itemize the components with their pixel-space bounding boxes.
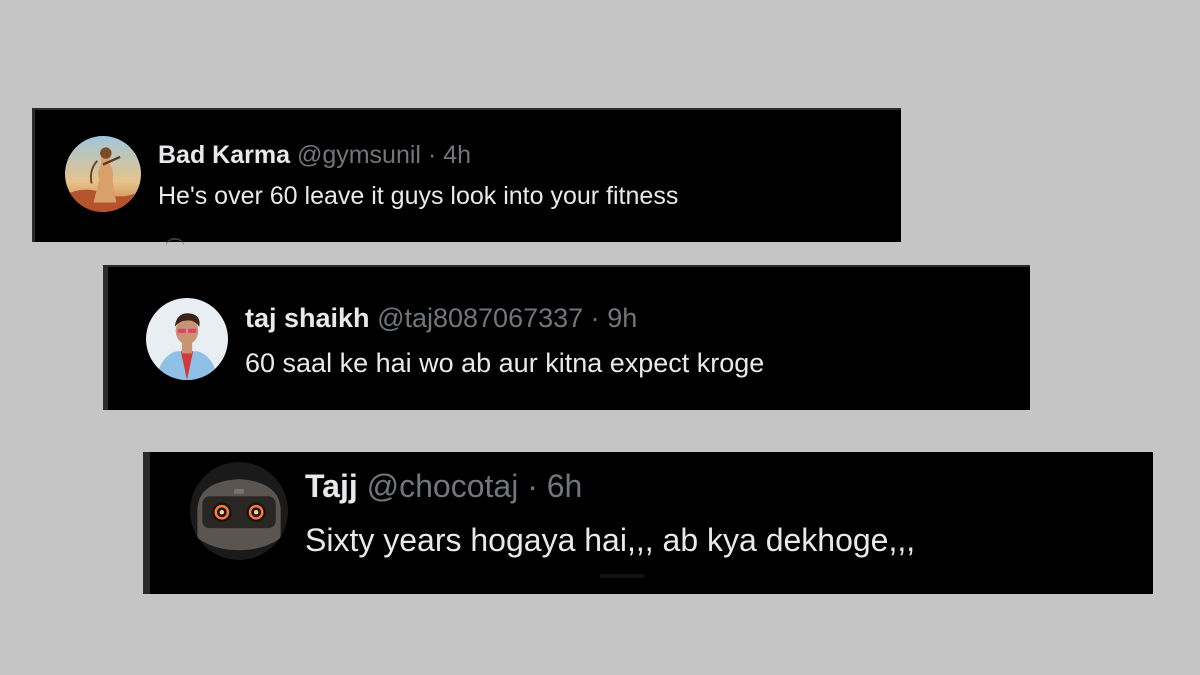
- separator-dot: ·: [590, 303, 600, 333]
- avatar[interactable]: [65, 136, 141, 212]
- display-name[interactable]: Bad Karma: [158, 141, 290, 169]
- reply-card-tajj[interactable]: Tajj @chocotaj · 6h Sixty years hogaya h…: [143, 452, 1153, 594]
- timestamp[interactable]: 9h: [607, 303, 637, 333]
- robot-icon: [190, 462, 288, 560]
- reply-header: Tajj @chocotaj · 6h: [305, 468, 582, 505]
- user-handle[interactable]: @chocotaj: [367, 468, 519, 504]
- timestamp[interactable]: 4h: [443, 141, 471, 169]
- person-photo-icon: [146, 298, 228, 380]
- reply-header: taj shaikh @taj8087067337 · 9h: [245, 303, 637, 334]
- avatar[interactable]: [146, 298, 228, 380]
- avatar[interactable]: [190, 462, 288, 560]
- deity-artwork-icon: [65, 136, 141, 212]
- reply-text: 60 saal ke hai wo ab aur kitna expect kr…: [245, 348, 765, 378]
- separator-dot: ·: [427, 141, 437, 169]
- reply-text: He's over 60 leave it guys look into you…: [158, 182, 679, 210]
- reply-header: Bad Karma @gymsunil · 4h: [158, 141, 471, 170]
- user-handle[interactable]: @gymsunil: [297, 141, 421, 169]
- reply-card-bad-karma[interactable]: Bad Karma @gymsunil · 4h He's over 60 le…: [32, 108, 901, 242]
- reply-text: Sixty years hogaya hai,,, ab kya dekhoge…: [305, 522, 916, 558]
- reply-icon[interactable]: [166, 238, 184, 246]
- reply-card-taj-shaikh[interactable]: taj shaikh @taj8087067337 · 9h 60 saal k…: [103, 265, 1030, 410]
- timestamp[interactable]: 6h: [547, 468, 583, 504]
- user-handle[interactable]: @taj8087067337: [377, 303, 583, 333]
- display-name[interactable]: taj shaikh: [245, 303, 370, 333]
- display-name[interactable]: Tajj: [305, 468, 358, 504]
- separator-dot: ·: [527, 468, 538, 504]
- faint-divider: [600, 574, 644, 578]
